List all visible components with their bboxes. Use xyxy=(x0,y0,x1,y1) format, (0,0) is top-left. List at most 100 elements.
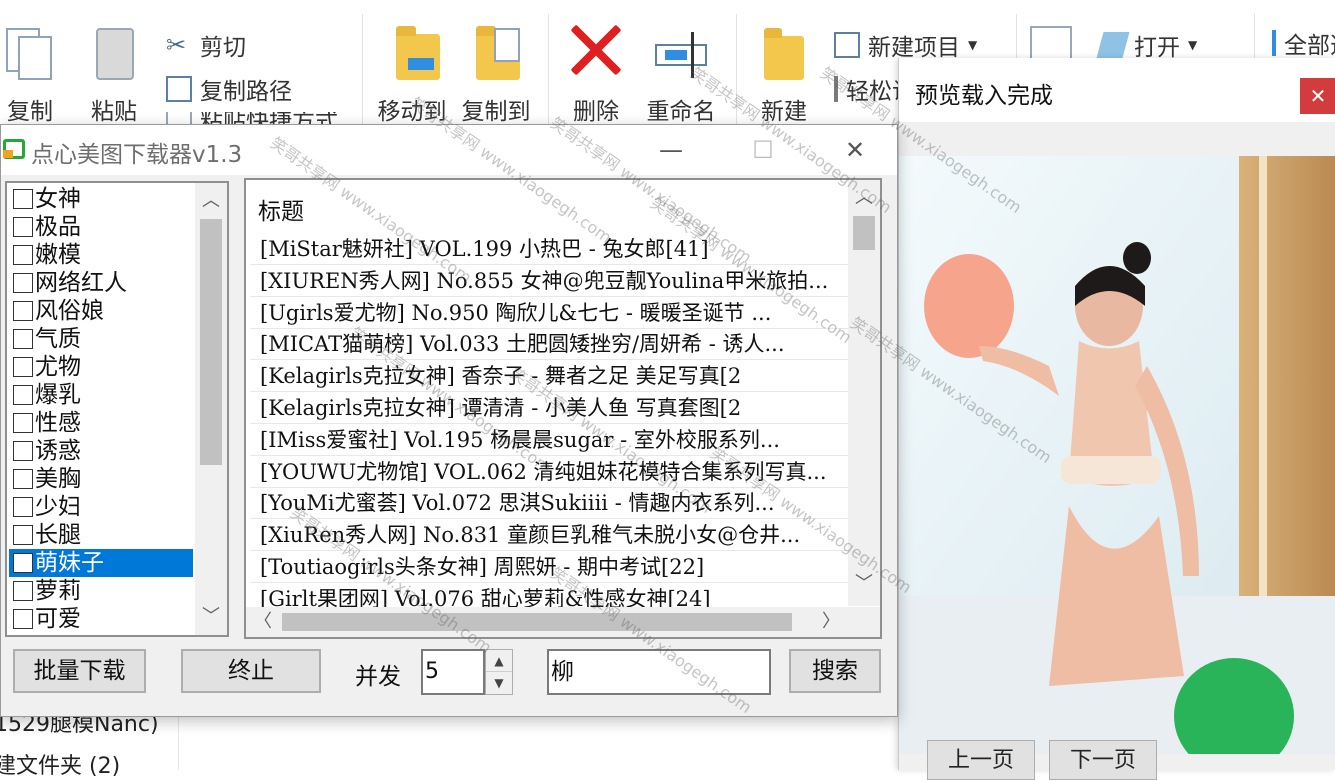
list-item[interactable]: [XIUREN秀人网] No.855 女神@兜豆靓Youlina甲米旅拍... xyxy=(250,266,848,297)
search-button[interactable]: 搜索 xyxy=(789,649,881,693)
new-item-label: 新建项目 xyxy=(868,35,960,61)
select-all-button[interactable]: 全部选择 xyxy=(1272,26,1335,60)
checkbox[interactable] xyxy=(13,609,33,629)
stepper-down-icon[interactable]: ▼ xyxy=(486,672,512,694)
file-item[interactable]: 建文件夹 (2) xyxy=(0,748,120,780)
checkbox[interactable] xyxy=(13,217,33,237)
checkbox[interactable] xyxy=(13,357,33,377)
scroll-thumb[interactable] xyxy=(853,216,875,250)
maximize-button[interactable]: ☐ xyxy=(743,133,783,167)
list-item[interactable]: [XiuRen秀人网] No.831 童颜巨乳稚气未脱小女@仓井... xyxy=(250,520,848,552)
concurrency-input[interactable]: 5 xyxy=(421,649,485,695)
concurrency-stepper[interactable]: ▲ ▼ xyxy=(485,649,513,695)
category-item[interactable]: 萌妹子 xyxy=(9,549,193,577)
category-label: 气质 xyxy=(35,326,81,352)
properties-button[interactable] xyxy=(1030,26,1072,62)
scroll-up-icon[interactable]: ︿ xyxy=(195,187,227,215)
category-label: 少妇 xyxy=(35,494,81,520)
list-item[interactable]: [Ugirls爱尤物] No.950 陶欣儿&七七 - 暖暖圣诞节 ... xyxy=(250,298,848,329)
category-scrollbar[interactable]: ︿ ﹀ xyxy=(195,183,227,635)
checkbox[interactable] xyxy=(13,469,33,489)
list-item[interactable]: [YOUWU尤物馆] VOL.062 清纯姐妹花模特合集系列写真... xyxy=(250,457,848,488)
scroll-thumb[interactable] xyxy=(282,613,792,631)
move-to-button[interactable]: 移动到 xyxy=(374,22,450,126)
batch-download-button[interactable]: 批量下载 xyxy=(13,649,146,693)
checkbox[interactable] xyxy=(13,497,33,517)
checkbox[interactable] xyxy=(13,553,33,573)
checkbox[interactable] xyxy=(13,581,33,601)
copy-path-label: 复制路径 xyxy=(200,79,292,105)
category-label: 诱惑 xyxy=(35,438,81,464)
close-button[interactable]: ✕ xyxy=(835,133,875,167)
category-item[interactable]: 嫩模 xyxy=(9,241,193,269)
category-item[interactable]: 诱惑 xyxy=(9,437,193,465)
checkbox[interactable] xyxy=(13,413,33,433)
scroll-thumb[interactable] xyxy=(200,219,222,465)
preview-image xyxy=(899,156,1335,754)
checkbox[interactable] xyxy=(13,189,33,209)
list-item[interactable]: [MICAT猫萌榜] Vol.033 土肥圆矮挫穷/周妍希 - 诱人... xyxy=(250,329,848,361)
title-hscrollbar[interactable]: 〈 〉 xyxy=(246,607,848,637)
new-folder-icon xyxy=(756,22,812,86)
scroll-down-icon[interactable]: ﹀ xyxy=(195,603,227,631)
category-item[interactable]: 长腿 xyxy=(9,521,193,549)
new-item-button[interactable]: 新建项目 ▼ xyxy=(834,28,977,62)
checkbox[interactable] xyxy=(13,245,33,265)
checkbox[interactable] xyxy=(13,273,33,293)
copy-button[interactable]: 复制 xyxy=(2,22,58,126)
list-item[interactable]: [MiStar魅妍社] VOL.199 小热巴 - 兔女郎[41] xyxy=(250,234,848,265)
title-vscrollbar[interactable]: ︿ ﹀ xyxy=(848,180,880,606)
paste-button[interactable]: 粘贴 xyxy=(84,22,144,126)
delete-button[interactable]: 删除 xyxy=(568,22,624,126)
properties-icon xyxy=(1030,26,1072,62)
checkbox[interactable] xyxy=(13,525,33,545)
category-item[interactable]: 尤物 xyxy=(9,353,193,381)
stepper-up-icon[interactable]: ▲ xyxy=(486,650,512,672)
copy-path-button[interactable]: 复制路径 xyxy=(166,72,292,106)
category-item[interactable]: 美胸 xyxy=(9,465,193,493)
scroll-right-icon[interactable]: 〉 xyxy=(816,607,846,637)
copy-to-button[interactable]: 复制到 xyxy=(458,22,534,126)
next-page-button[interactable]: 下一页 xyxy=(1049,740,1157,780)
category-item[interactable]: 萝莉 xyxy=(9,577,193,605)
scroll-left-icon[interactable]: 〈 xyxy=(248,607,278,637)
category-item[interactable]: 风俗娘 xyxy=(9,297,193,325)
chevron-down-icon: ▼ xyxy=(1188,38,1198,52)
scroll-down-icon[interactable]: ﹀ xyxy=(848,570,880,598)
checkbox[interactable] xyxy=(13,385,33,405)
easy-access-button[interactable]: 轻松访问 xyxy=(834,72,898,106)
list-item[interactable]: [Toutiaogirls头条女神] 周熙妍 - 期中考试[22] xyxy=(250,552,848,583)
list-item[interactable]: [Kelagirls克拉女神] 谭清清 - 小美人鱼 写真套图[2 xyxy=(250,393,848,424)
category-item[interactable]: 少妇 xyxy=(9,493,193,521)
category-item[interactable]: 网络红人 xyxy=(9,269,193,297)
minimize-button[interactable]: — xyxy=(651,133,691,167)
delete-icon xyxy=(568,22,624,86)
category-item[interactable]: 性感 xyxy=(9,409,193,437)
category-item[interactable]: 可爱 xyxy=(9,605,193,633)
checkbox[interactable] xyxy=(13,329,33,349)
category-item[interactable]: 极品 xyxy=(9,213,193,241)
category-label: 萌妹子 xyxy=(35,550,104,576)
checkbox[interactable] xyxy=(13,441,33,461)
search-input[interactable]: 柳 xyxy=(547,649,771,695)
category-item[interactable]: 气质 xyxy=(9,325,193,353)
cut-button[interactable]: ✂ 剪切 xyxy=(166,28,246,62)
clipboard-icon xyxy=(86,22,142,86)
preview-close-button[interactable]: ✕ xyxy=(1300,78,1335,114)
scroll-up-icon[interactable]: ︿ xyxy=(848,184,880,212)
category-listbox[interactable]: 女神 极品 嫩模 网络红人 风俗娘 气质 尤物 爆乳 性感 诱惑 美胸 少妇 长腿 萌妹子 萝莉 可爱 ︿ ﹀ xyxy=(5,181,229,637)
list-item[interactable]: [YouMi尤蜜荟] Vol.072 思淇Sukiiii - 情趣内衣系列... xyxy=(250,488,848,520)
list-item[interactable]: [Kelagirls克拉女神] 香奈子 - 舞者之足 美足写真[2 xyxy=(250,361,848,393)
open-button[interactable]: 打开 ▼ xyxy=(1096,28,1198,62)
category-item[interactable]: 爆乳 xyxy=(9,381,193,409)
rename-button[interactable]: 重命名 xyxy=(644,22,718,126)
list-item[interactable]: [IMiss爱蜜社] Vol.195 杨晨晨sugar - 室外校服系列... xyxy=(250,425,848,456)
checkbox[interactable] xyxy=(13,301,33,321)
title-listbox[interactable]: 标题 [MiStar魅妍社] VOL.199 小热巴 - 兔女郎[41] [XIU… xyxy=(244,178,882,639)
stop-button[interactable]: 终止 xyxy=(181,649,321,693)
new-folder-label: 新建 xyxy=(761,99,807,125)
category-item[interactable]: 女神 xyxy=(9,185,193,213)
category-label: 萝莉 xyxy=(35,578,81,604)
new-folder-button[interactable]: 新建 xyxy=(756,22,812,126)
prev-page-button[interactable]: 上一页 xyxy=(927,740,1035,780)
